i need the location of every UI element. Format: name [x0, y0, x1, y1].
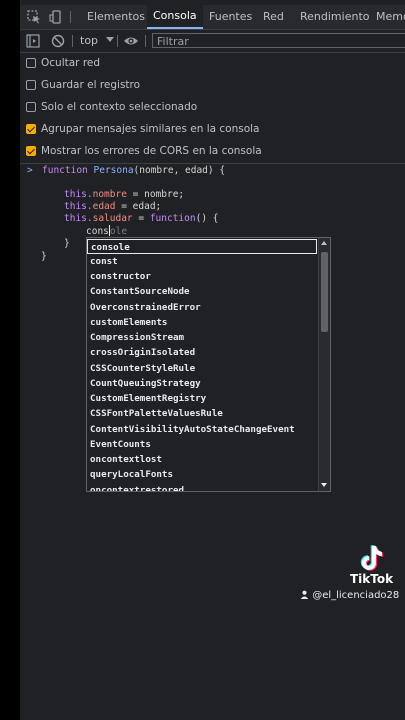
setting-label: Ocultar red — [41, 57, 101, 69]
tiktok-logo-icon — [360, 545, 384, 571]
devtools-panel: Elementos Consola Fuentes Red Rendimient… — [20, 0, 405, 720]
code-line-4: this.saludar = function() { — [64, 213, 219, 224]
clear-console-icon[interactable] — [51, 34, 65, 48]
setting-label: Solo el contexto seleccionado — [41, 101, 198, 113]
tiktok-username: @el_licenciado28 — [300, 590, 399, 601]
live-expression-eye-icon[interactable] — [123, 34, 139, 48]
left-edge — [0, 0, 20, 720]
autocomplete-item[interactable]: const — [87, 254, 317, 269]
code-line-6: } — [64, 238, 70, 249]
sidebar-toggle-icon[interactable] — [26, 34, 40, 48]
autocomplete-item[interactable]: CSSFontPaletteValuesRule — [87, 406, 317, 421]
code-line-7: } — [41, 251, 47, 262]
scroll-down-icon[interactable] — [321, 483, 327, 487]
autocomplete-item[interactable]: customElements — [87, 315, 317, 330]
scroll-up-icon[interactable] — [321, 241, 327, 245]
username-label: @el_licenciado28 — [312, 590, 400, 601]
code-line-1: function Persona(nombre, edad) { — [42, 165, 226, 176]
autocomplete-item[interactable]: crossOriginIsolated — [87, 345, 317, 360]
autocomplete-item[interactable]: EventCounts — [87, 437, 317, 452]
autocomplete-scrollbar[interactable] — [318, 238, 330, 491]
toolbar-separator — [145, 35, 146, 47]
tab-memoria[interactable]: Memo — [376, 5, 405, 29]
autocomplete-item[interactable]: CompressionStream — [87, 330, 317, 345]
tiktok-brand-text: TikTok — [350, 572, 394, 586]
autocomplete-item[interactable]: oncontextlost — [87, 452, 317, 467]
autocomplete-item[interactable]: CountQueuingStrategy — [87, 376, 317, 391]
setting-label: Mostrar los errores de CORS en la consol… — [41, 145, 262, 157]
autocomplete-item[interactable]: CSSCounterStyleRule — [87, 361, 317, 376]
prompt-chevron: > — [27, 165, 33, 176]
autocomplete-item[interactable]: OverconstrainedError — [87, 300, 317, 315]
devtools-tabbar: Elementos Consola Fuentes Red Rendimient… — [20, 5, 405, 30]
checkbox[interactable] — [26, 102, 36, 112]
autocomplete-item[interactable]: console — [87, 239, 317, 254]
tab-consola[interactable]: Consola — [147, 5, 203, 29]
checkbox-checked[interactable] — [26, 124, 36, 134]
toolbar-separator — [72, 35, 73, 47]
autocomplete-dropdown: console const constructor ConstantSource… — [86, 237, 331, 492]
console-settings: Ocultar red Guardar el registro Solo el … — [20, 53, 405, 163]
context-selector[interactable]: top — [80, 30, 114, 52]
tab-fuentes[interactable]: Fuentes — [209, 5, 252, 29]
checkbox[interactable] — [26, 80, 36, 90]
tab-separator — [70, 11, 71, 23]
chevron-down-icon — [105, 37, 114, 42]
autocomplete-item[interactable]: ContentVisibilityAutoStateChangeEvent — [87, 422, 317, 437]
device-toolbar-icon[interactable] — [49, 10, 63, 24]
toolbar-separator — [117, 35, 118, 47]
autocomplete-item[interactable]: CustomElementRegistry — [87, 391, 317, 406]
context-selector-label: top — [80, 34, 99, 47]
filter-input[interactable]: Filtrar — [152, 33, 405, 48]
autocomplete-item[interactable]: ConstantSourceNode — [87, 284, 317, 299]
autocomplete-item[interactable]: oncontextrestored — [87, 483, 317, 491]
autocomplete-item[interactable]: constructor — [87, 269, 317, 284]
user-icon — [300, 590, 309, 599]
tab-red[interactable]: Red — [263, 5, 284, 29]
setting-label: Guardar el registro — [41, 79, 141, 91]
setting-label: Agrupar mensajes similares en la consola — [41, 123, 260, 135]
checkbox-checked[interactable] — [26, 146, 36, 156]
checkbox[interactable] — [26, 58, 36, 68]
tab-rendimiento[interactable]: Rendimiento — [300, 5, 369, 29]
autocomplete-item[interactable]: queryLocalFonts — [87, 467, 317, 482]
inspect-element-icon[interactable] — [27, 10, 41, 24]
tab-elementos[interactable]: Elementos — [87, 5, 145, 29]
scrollbar-thumb[interactable] — [321, 252, 328, 332]
console-toolbar: top Filtrar — [20, 30, 405, 53]
